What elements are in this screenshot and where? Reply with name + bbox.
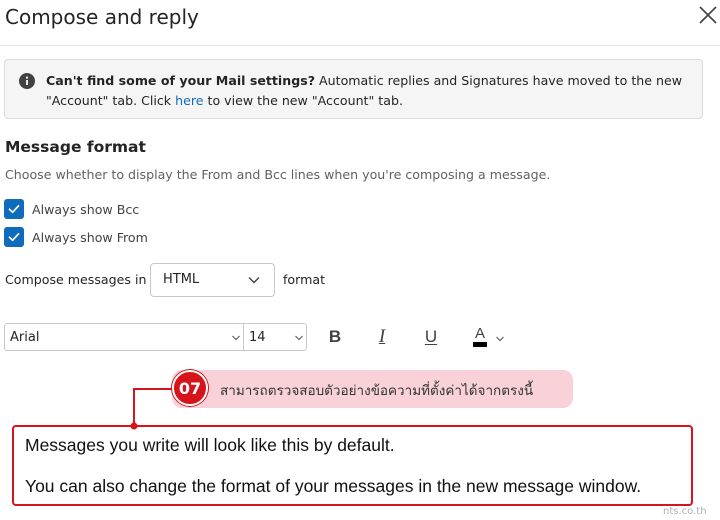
preview-line: You can also change the format of your m… <box>25 476 642 496</box>
callout-text: สามารถตรวจสอบตัวอย่างข้อความที่ตั้งค่าได… <box>220 383 534 399</box>
step-number-badge: 07 <box>172 370 208 406</box>
watermark: nts.co.th <box>663 506 707 517</box>
preview-line: Messages you write will look like this b… <box>25 435 395 455</box>
message-preview: Messages you write will look like this b… <box>12 425 693 506</box>
callout-label: สามารถตรวจสอบตัวอย่างข้อความที่ตั้งค่าได… <box>172 370 573 408</box>
